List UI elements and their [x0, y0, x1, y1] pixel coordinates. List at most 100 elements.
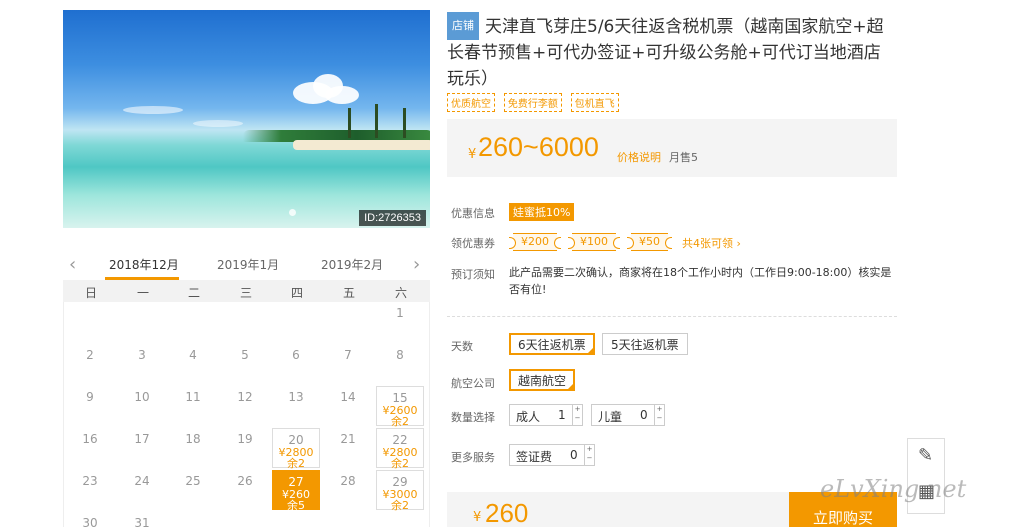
coupon-50[interactable]: ¥50	[627, 233, 672, 251]
calendar-day: 12	[221, 386, 269, 426]
day-number: 3	[138, 348, 146, 362]
watermark: eLvXing.net	[820, 475, 967, 503]
calendar-day: 10	[118, 386, 166, 426]
day-remaining: 余2	[391, 499, 409, 512]
next-month-arrow-icon[interactable]: ›	[413, 254, 420, 275]
days-option-6[interactable]: 6天往返机票	[509, 333, 595, 355]
day-number: 17	[134, 432, 150, 446]
calendar-day: 31	[118, 512, 166, 527]
calendar-day: 8	[376, 344, 424, 384]
day-number: 16	[82, 432, 98, 446]
island-beach	[293, 140, 430, 150]
calendar-day: 26	[221, 470, 269, 510]
child-stepper-buttons[interactable]: + −	[654, 405, 664, 425]
calendar-day: 13	[272, 386, 320, 426]
coupon-100[interactable]: ¥100	[568, 233, 620, 251]
adult-stepper[interactable]: 成人 1 + −	[509, 404, 583, 426]
coupon-more-link[interactable]: 共4张可领 ›	[682, 235, 741, 251]
day-number: 5	[241, 348, 249, 362]
day-number: 28	[340, 474, 356, 488]
day-number: 18	[185, 432, 201, 446]
day-number: 4	[189, 348, 197, 362]
prev-month-arrow-icon[interactable]: ‹	[69, 254, 76, 275]
month-tab[interactable]: 2019年1月	[217, 256, 279, 273]
calendar-day: 24	[118, 470, 166, 510]
month-tab[interactable]: 2018年12月	[109, 256, 179, 273]
feature-tag: 免费行李额	[503, 93, 562, 112]
day-remaining: 余5	[287, 499, 305, 512]
day-number: 25	[185, 474, 201, 488]
calendar-month-nav: ‹ 2018年12月 2019年1月 2019年2月 ›	[63, 250, 430, 280]
day-number: 1	[396, 306, 404, 320]
day-remaining: 余2	[287, 457, 305, 470]
weekday-label: 日	[84, 286, 97, 300]
palm-tree	[375, 104, 378, 138]
day-number: 6	[292, 348, 300, 362]
total-price: 260	[485, 498, 529, 527]
total-currency: ¥	[473, 510, 482, 525]
calendar-day: 21	[324, 428, 372, 468]
adult-label: 成人	[516, 410, 541, 424]
calendar-day: 14	[324, 386, 372, 426]
airline-option[interactable]: 越南航空	[509, 369, 576, 391]
calendar-day: 18	[169, 428, 217, 468]
day-number: 29	[392, 475, 408, 489]
calendar-day: 11	[169, 386, 217, 426]
airline-label: 航空公司	[451, 377, 495, 390]
feature-tag: 优质航空	[447, 93, 495, 112]
calendar-weekday-header: 日 一 二 三 四 五 六	[63, 280, 430, 302]
price-explain-link[interactable]: 价格说明	[617, 149, 661, 165]
child-stepper[interactable]: 儿童 0 + −	[591, 404, 665, 426]
calendar-day: 17	[118, 428, 166, 468]
calendar-day: 5	[221, 344, 269, 384]
promo-label: 优惠信息	[451, 207, 495, 220]
price-range: 260~6000	[478, 132, 599, 162]
calendar-day[interactable]: 20 ¥2800 余2	[272, 428, 320, 470]
product-photo[interactable]: ID:2726353	[63, 10, 430, 228]
day-number: 10	[134, 390, 150, 404]
monthly-sales: 月售5	[669, 151, 698, 164]
visa-count[interactable]: 0	[570, 448, 578, 462]
palm-tree	[403, 108, 406, 138]
calendar-day: 2	[66, 344, 114, 384]
days-label: 天数	[451, 340, 473, 353]
calendar-day: 9	[66, 386, 114, 426]
coupon-200[interactable]: ¥200	[509, 233, 561, 251]
coupon-label: 领优惠券	[451, 237, 495, 250]
price-currency: ¥	[468, 147, 477, 162]
adult-count[interactable]: 1	[558, 408, 566, 422]
calendar-day: 7	[324, 344, 372, 384]
days-option-5[interactable]: 5天往返机票	[602, 333, 688, 355]
day-remaining: 余2	[391, 415, 409, 428]
calendar-day[interactable]: 29 ¥3000 余2	[376, 470, 424, 512]
carousel-dot[interactable]	[289, 209, 296, 216]
day-number: 21	[340, 432, 356, 446]
visa-stepper-buttons[interactable]: + −	[584, 445, 594, 465]
day-number: 30	[82, 516, 98, 527]
adult-stepper-buttons[interactable]: + −	[572, 405, 582, 425]
calendar-day: 19	[221, 428, 269, 468]
calendar-day: 1	[376, 302, 424, 342]
weekday-label: 一	[136, 286, 149, 300]
photo-cloud	[123, 106, 183, 114]
calendar-day: 6	[272, 344, 320, 384]
day-number: 20	[288, 433, 304, 447]
feature-tag: 包机直飞	[570, 93, 619, 112]
day-number: 23	[82, 474, 98, 488]
month-tab[interactable]: 2019年2月	[321, 256, 383, 273]
product-title-text: 天津直飞芽庄5/6天往返含税机票（越南国家航空+超长春节预售+可代办签证+可升级…	[447, 17, 884, 89]
day-number: 13	[288, 390, 304, 404]
visa-stepper[interactable]: 签证费 0 + −	[509, 444, 595, 466]
calendar-day[interactable]: 27 ¥260 余5	[272, 470, 320, 512]
child-count[interactable]: 0	[640, 408, 648, 422]
calendar-day[interactable]: 15 ¥2600 余2	[376, 386, 424, 428]
shop-tag[interactable]: 店铺	[447, 12, 479, 40]
calendar-day: 4	[169, 344, 217, 384]
calendar-day[interactable]: 22 ¥2800 余2	[376, 428, 424, 469]
photo-cloud	[193, 120, 243, 127]
day-number: 7	[344, 348, 352, 362]
section-divider	[447, 316, 897, 317]
palm-tree	[348, 108, 351, 138]
product-title: 店铺 天津直飞芽庄5/6天往返含税机票（越南国家航空+超长春节预售+可代办签证+可…	[447, 12, 897, 92]
edit-icon[interactable]: ✎	[918, 445, 933, 466]
